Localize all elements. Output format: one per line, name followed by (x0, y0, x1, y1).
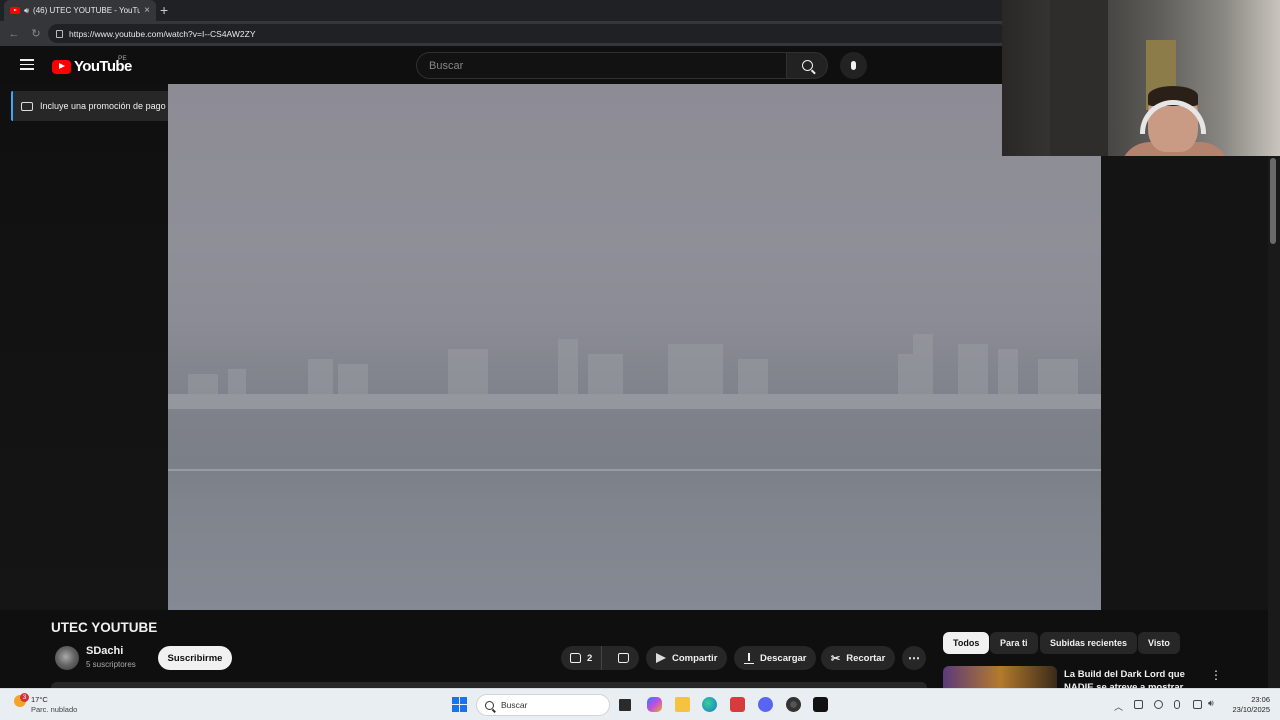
weather-badge: 3 (20, 693, 29, 702)
tray-microphone-icon[interactable] (1174, 700, 1180, 709)
weather-condition-text: Parc. nublado (31, 705, 78, 714)
search-icon (801, 60, 813, 71)
scrollbar-thumb[interactable] (1270, 158, 1276, 244)
chrome-browser-icon[interactable] (786, 697, 801, 712)
download-label: Descargar (760, 652, 807, 664)
site-info-icon[interactable] (56, 29, 63, 38)
dislike-button[interactable] (608, 646, 639, 670)
thumbs-up-icon (570, 653, 581, 663)
search-input[interactable]: Buscar (416, 52, 786, 79)
new-tab-button[interactable]: + (160, 2, 168, 18)
chip-visto[interactable]: Visto (1138, 632, 1180, 654)
task-view-icon[interactable] (619, 699, 631, 711)
temperature-text: 17°C (31, 695, 48, 704)
like-button[interactable]: 2 (561, 646, 602, 670)
scissors-icon: ✂ (831, 652, 841, 665)
file-explorer-icon[interactable] (675, 697, 690, 712)
like-count: 2 (587, 652, 593, 664)
tab-title: (46) UTEC YOUTUBE - YouTube (33, 6, 141, 15)
tray-volume-icon[interactable]: 🔊︎ (1208, 698, 1217, 708)
browser-tab[interactable]: 🔊︎ (46) UTEC YOUTUBE - YouTube × (4, 0, 156, 21)
more-actions-button[interactable]: ⋯ (902, 646, 926, 670)
promotion-label: Incluye una promoción de pago (40, 101, 166, 111)
taskbar-search-label: Buscar (501, 700, 528, 710)
search-button[interactable] (786, 52, 828, 79)
taskbar-clock[interactable]: 23:06 (1226, 695, 1270, 704)
url-text: https://www.youtube.com/watch?v=I--CS4AW… (69, 28, 256, 39)
video-player[interactable] (168, 84, 1101, 610)
youtube-favicon-icon (10, 7, 20, 14)
shoreline-line (168, 469, 1101, 471)
webcam-overlay (1002, 0, 1280, 156)
recommended-video-menu-icon[interactable]: ⋮ (1210, 668, 1222, 682)
youtube-play-icon (52, 59, 71, 74)
channel-avatar[interactable] (55, 646, 79, 670)
taskbar-date[interactable]: 23/10/2025 (1226, 705, 1270, 714)
like-dislike-group: 2 (561, 646, 639, 670)
copilot-icon[interactable] (647, 697, 662, 712)
tray-display-icon[interactable] (1193, 700, 1202, 709)
back-icon[interactable]: ← (6, 28, 22, 40)
promotion-icon (21, 101, 33, 111)
download-icon (744, 652, 754, 664)
taskbar-search-icon (485, 700, 494, 710)
speaker-icon[interactable]: 🔊︎ (24, 6, 29, 16)
chip-para-ti[interactable]: Para ti (990, 632, 1038, 654)
country-code: PE (118, 55, 127, 62)
subscriber-count: 5 suscriptores (86, 660, 136, 669)
chip-todos[interactable]: Todos (943, 632, 990, 654)
player-right-margin (1101, 84, 1268, 610)
reload-icon[interactable]: ↻ (28, 27, 44, 40)
edge-browser-icon[interactable] (702, 697, 717, 712)
recommended-video-title[interactable]: La Build del Dark Lord que NADIE se atre… (1064, 668, 1204, 688)
download-button[interactable]: Descargar (734, 646, 817, 670)
microphone-icon (851, 61, 856, 70)
url-field[interactable]: https://www.youtube.com/watch?v=I--CS4AW… (48, 24, 1008, 43)
chevron-up-icon[interactable]: ︿ (1114, 700, 1123, 712)
clip-button[interactable]: ✂ Recortar (821, 646, 896, 670)
share-icon (656, 653, 666, 663)
paid-promotion-notice[interactable]: Incluye una promoción de pago › (11, 91, 187, 121)
voice-search-button[interactable] (840, 52, 867, 79)
channel-name[interactable]: SDachi (86, 645, 123, 657)
taskbar-search-box[interactable]: Buscar (476, 694, 610, 716)
youtube-logo[interactable]: YouTube PE (52, 55, 132, 75)
office-app-icon[interactable] (730, 697, 745, 712)
clip-label: Recortar (846, 652, 886, 664)
tray-app-icon[interactable] (1134, 700, 1143, 709)
subscribe-button[interactable]: Suscribirme (158, 646, 232, 670)
thumbs-down-icon (618, 653, 629, 663)
city-skyline-image (168, 334, 1101, 409)
video-title: UTEC YOUTUBE (51, 620, 158, 635)
recommended-video-thumbnail[interactable] (943, 666, 1057, 688)
share-label: Compartir (672, 652, 718, 664)
discord-icon[interactable] (758, 697, 773, 712)
close-tab-icon[interactable]: × (144, 5, 150, 16)
chip-subidas-recientes[interactable]: Subidas recientes (1040, 632, 1138, 654)
windows-start-icon[interactable] (452, 697, 467, 712)
webcam-background-door (1050, 0, 1108, 156)
menu-icon[interactable] (20, 59, 34, 70)
windows-taskbar (0, 688, 1280, 720)
share-button[interactable]: Compartir (646, 646, 728, 670)
player-left-margin (0, 84, 168, 610)
capcut-icon[interactable] (813, 697, 828, 712)
tray-sync-icon[interactable] (1154, 700, 1163, 709)
